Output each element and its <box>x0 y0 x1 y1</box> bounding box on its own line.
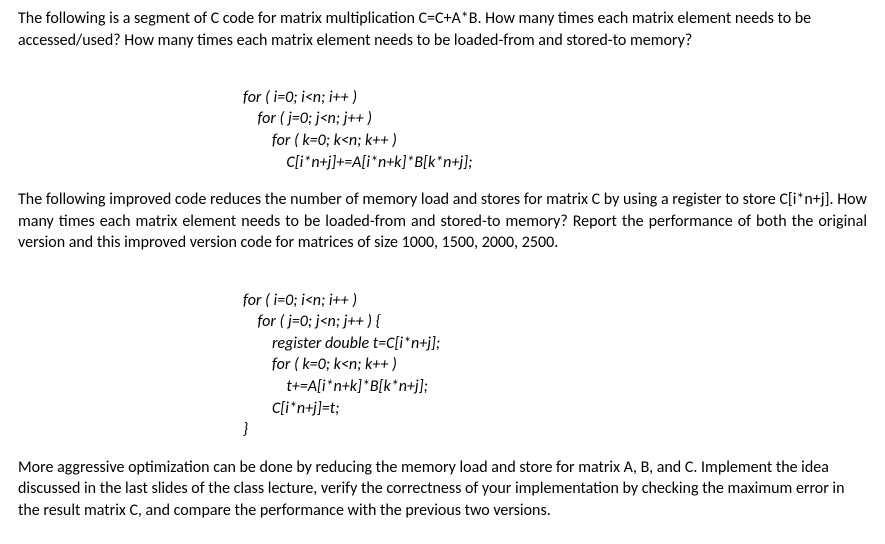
code-line: for ( i=0; i<n; i++ ) <box>243 88 357 107</box>
code-block-improved: for ( i=0; i<n; i++ ) for ( j=0; j<n; j+… <box>243 268 867 441</box>
code-line: C[i*n+j]=t; <box>243 399 339 418</box>
code-line: } <box>243 420 248 439</box>
code-line: for ( i=0; i<n; i++ ) <box>243 291 357 310</box>
code-line: for ( k=0; k<n; k++ ) <box>243 355 397 374</box>
paragraph-text: The following improved code reduces the … <box>18 190 867 252</box>
code-block-original: for ( i=0; i<n; i++ ) for ( j=0; j<n; j+… <box>243 65 867 173</box>
intro-paragraph-2: The following improved code reduces the … <box>18 189 867 254</box>
code-line: register double t=C[i*n+j]; <box>243 334 440 353</box>
code-line: t+=A[i*n+k]*B[k*n+j]; <box>243 377 428 396</box>
code-line: C[i*n+j]+=A[i*n+k]*B[k*n+j]; <box>243 153 472 172</box>
paragraph-text: More aggressive optimization can be done… <box>18 458 845 520</box>
intro-paragraph-1: The following is a segment of C code for… <box>18 8 867 51</box>
intro-paragraph-3: More aggressive optimization can be done… <box>18 457 867 522</box>
code-line: for ( j=0; j<n; j++ ) { <box>243 312 381 331</box>
code-line: for ( k=0; k<n; k++ ) <box>243 131 397 150</box>
paragraph-text: The following is a segment of C code for… <box>18 9 811 50</box>
code-line: for ( j=0; j<n; j++ ) <box>243 109 372 128</box>
